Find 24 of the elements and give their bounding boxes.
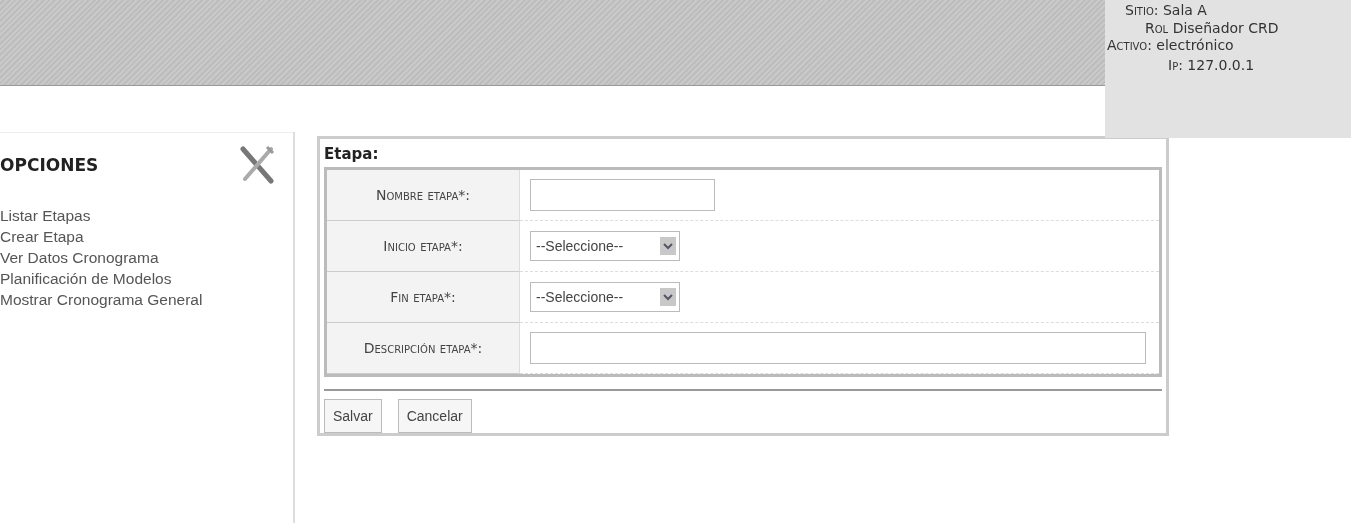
sidebar-title: OPCIONES [0,155,99,175]
input-field[interactable] [530,332,1147,364]
sidebar-link[interactable]: Ver Datos Cronograma [0,249,293,267]
form-button[interactable]: Salvar [324,399,382,433]
role-text: Rol Diseñador CRD [1145,20,1279,36]
ip-text: Ip: 127.0.0.1 [1168,57,1255,73]
field-label: Inicio etapa*: [327,221,520,272]
tools-icon [239,145,275,185]
field-label: Descripción etapa*: [327,323,520,374]
field-label: Fin etapa*: [327,272,520,323]
sidebar-link[interactable]: Listar Etapas [0,207,293,225]
dropdown[interactable]: --Seleccione-- [530,231,680,261]
sidebar-link[interactable]: Mostrar Cronograma General [0,291,293,309]
form-button[interactable]: Cancelar [397,399,472,433]
input-field[interactable] [530,179,715,211]
caret-icon [660,288,676,306]
sidebar-link[interactable]: Planificación de Modelos [0,270,293,288]
form-title: Etapa: [324,145,379,163]
asset-text: Activo: electrónico [1107,37,1234,53]
site-text: Sitio: Sala A [1125,2,1207,18]
sidebar-link[interactable]: Crear Etapa [0,228,293,246]
caret-icon [660,237,676,255]
dropdown[interactable]: --Seleccione-- [530,282,680,312]
field-label: Nombre etapa*: [327,170,520,221]
